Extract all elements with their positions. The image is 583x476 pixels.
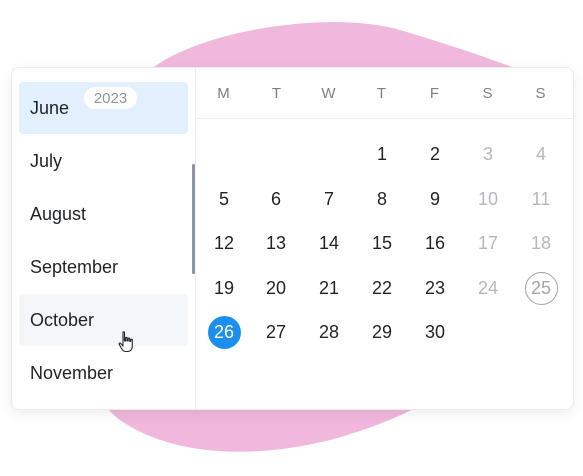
day-cell-7[interactable]: 7 [313,183,346,216]
day-cell-28[interactable]: 28 [313,316,346,349]
day-cell-12[interactable]: 12 [208,227,241,260]
day-cell-4[interactable]: 4 [525,138,558,171]
day-cell-30[interactable]: 30 [419,316,452,349]
weekday-wed: W [321,84,336,102]
month-item-june[interactable]: June 2023 [19,82,188,134]
day-cell-22[interactable]: 22 [366,272,399,305]
calendar-grid: M T W T F S S 1 2 3 4 5 6 7 8 9 10 11 12 13 14 15 16 17 1… [195,68,573,409]
day-cell-20[interactable]: 20 [260,272,293,305]
month-item-october[interactable]: October [19,294,188,346]
weekday-header: M T W T F S S [195,68,573,119]
day-cell-9[interactable]: 9 [419,183,452,216]
day-cell-3[interactable]: 3 [472,138,505,171]
hand-pointer-icon [118,331,133,353]
weekday-tue: T [271,84,282,102]
month-item-september[interactable]: September [19,241,188,293]
day-cell-25[interactable]: 25 [524,271,558,305]
day-cell-13[interactable]: 13 [260,227,293,260]
weekday-mon: M [217,84,230,102]
day-cell-18[interactable]: 18 [525,227,558,260]
month-label: November [30,362,114,383]
date-picker-card: June 2023 July August September October … [11,67,574,410]
year-badge: 2023 [84,87,137,109]
day-cell-16[interactable]: 16 [419,227,452,260]
day-cell-10[interactable]: 10 [472,183,505,216]
day-cell-27[interactable]: 27 [260,316,293,349]
day-cell-24[interactable]: 24 [472,272,505,305]
weekday-fri: F [429,84,440,102]
month-label: September [30,256,119,277]
day-cell-14[interactable]: 14 [313,227,346,260]
day-cell-2[interactable]: 2 [419,138,452,171]
day-cell-6[interactable]: 6 [260,183,293,216]
day-cell-19[interactable]: 19 [208,272,241,305]
month-label: August [30,203,87,224]
month-label: June [30,97,70,118]
month-label: October [30,309,95,330]
day-cell-23[interactable]: 23 [419,272,452,305]
month-item-july[interactable]: July [19,135,188,187]
day-cell-26[interactable]: 26 [207,315,241,349]
weekday-sat: S [482,84,493,102]
weekday-sun: S [535,84,546,102]
day-cell-15[interactable]: 15 [366,227,399,260]
month-item-august[interactable]: August [19,188,188,240]
weekday-thu: T [376,84,387,102]
day-cell-1[interactable]: 1 [366,138,399,171]
day-cell-21[interactable]: 21 [313,272,346,305]
day-cell-8[interactable]: 8 [366,183,399,216]
day-cell-17[interactable]: 17 [472,227,505,260]
day-cell-29[interactable]: 29 [366,316,399,349]
day-cell-11[interactable]: 11 [525,183,558,216]
month-list: June 2023 July August September October … [12,68,196,409]
day-cell-5[interactable]: 5 [208,183,241,216]
month-label: July [30,150,63,171]
month-item-november[interactable]: November [19,347,188,399]
